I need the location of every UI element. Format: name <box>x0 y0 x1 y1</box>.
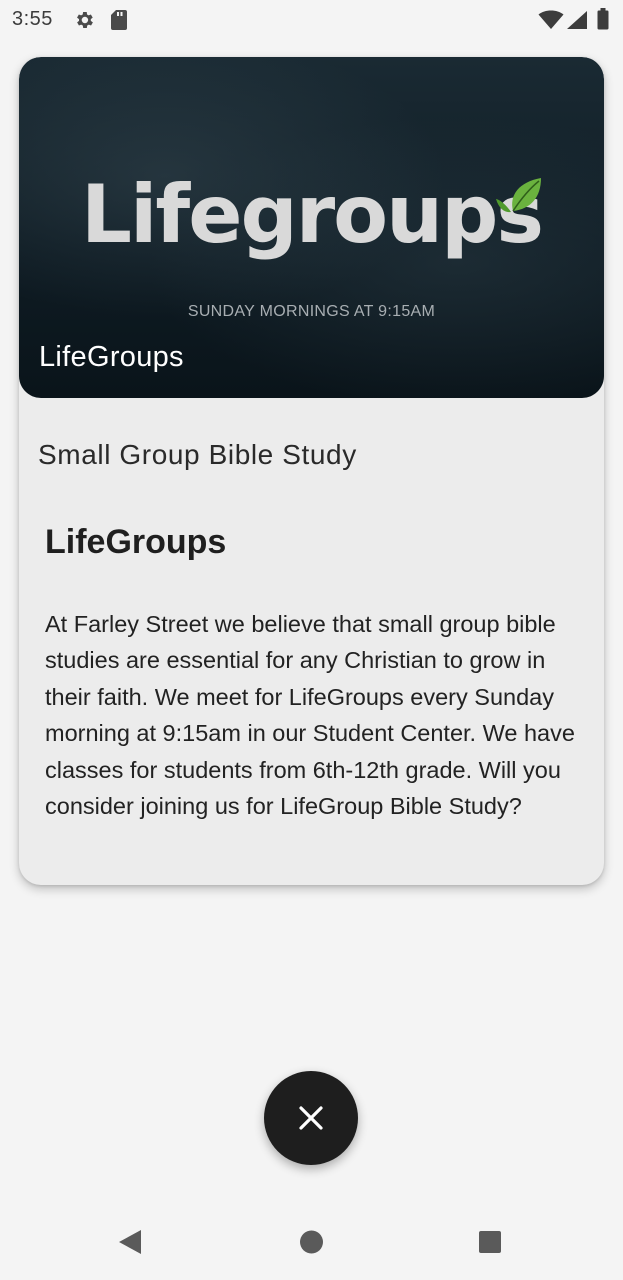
back-icon[interactable] <box>118 1229 142 1260</box>
status-time: 3:55 <box>12 8 53 30</box>
signal-icon <box>566 10 588 35</box>
close-icon <box>298 1105 324 1131</box>
home-icon[interactable] <box>299 1229 324 1260</box>
navigation-bar <box>0 1205 623 1280</box>
hero-caption: LifeGroups <box>39 341 184 373</box>
wifi-icon <box>538 10 564 35</box>
gear-icon <box>73 9 95 36</box>
card-subtitle: Small Group Bible Study <box>38 439 357 470</box>
hero-tagline: SUNDAY MORNINGS AT 9:15AM <box>187 303 436 320</box>
hero-image: Lifegroups SUNDAY MORNINGS AT 9:15AM Lif… <box>19 57 604 398</box>
status-bar: 3:55 <box>0 0 623 40</box>
lifegroups-card[interactable]: Lifegroups SUNDAY MORNINGS AT 9:15AM Lif… <box>19 57 604 885</box>
sd-card-icon <box>110 9 128 36</box>
card-heading: LifeGroups <box>45 523 227 561</box>
close-button[interactable] <box>264 1071 358 1165</box>
battery-icon <box>597 8 609 35</box>
recents-icon[interactable] <box>478 1230 502 1259</box>
leaf-icon <box>495 175 545 220</box>
card-body-text: At Farley Street we believe that small g… <box>45 611 575 820</box>
